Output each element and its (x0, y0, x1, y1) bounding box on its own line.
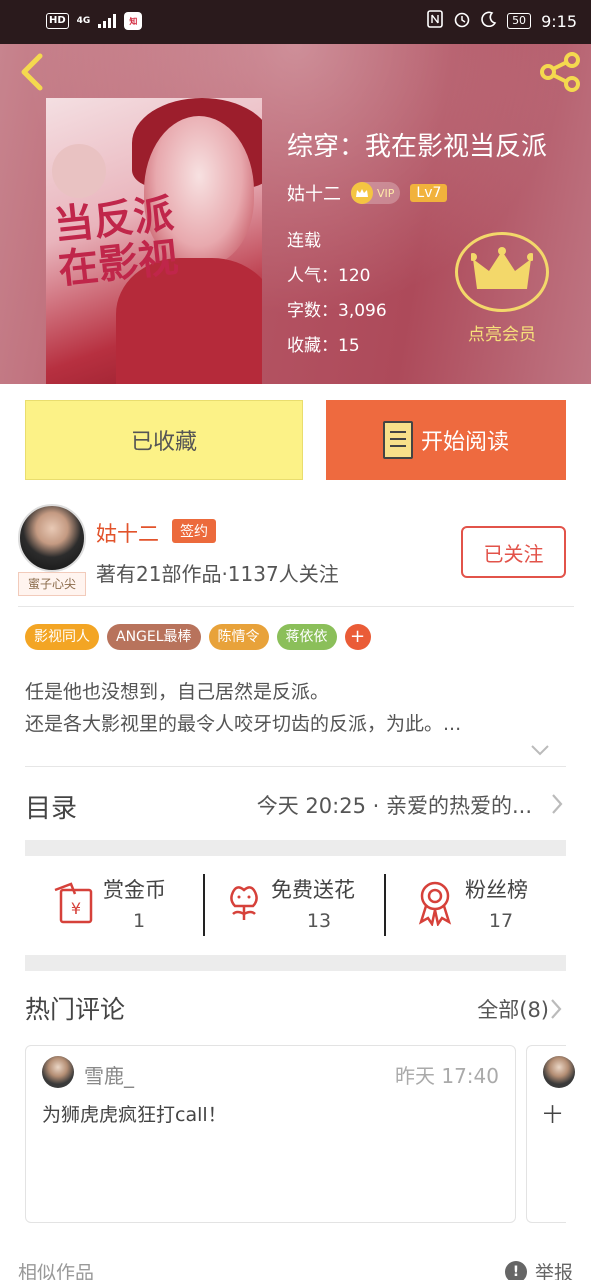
tag-item[interactable]: 影视同人 (25, 624, 99, 650)
tag-list: 影视同人 ANGEL最棒 陈情令 蒋依依 + (25, 624, 371, 650)
alarm-icon (453, 10, 471, 32)
back-arrow-icon (21, 53, 43, 91)
comment-text: 十 (543, 1104, 563, 1126)
alert-icon: ! (504, 1260, 527, 1280)
follow-button[interactable]: 已关注 (461, 526, 566, 578)
network-type: 4G (76, 15, 91, 26)
battery-icon: 50 (507, 13, 532, 29)
crown-icon (351, 182, 373, 204)
expand-synopsis-button[interactable] (530, 742, 550, 761)
member-button[interactable]: 点亮会员 (455, 232, 549, 345)
do-not-disturb-icon (481, 11, 497, 31)
gift-count: 13 (306, 910, 332, 932)
report-button[interactable]: ! 举报 (504, 1258, 573, 1280)
clock: 9:15 (541, 11, 577, 31)
section-separator (25, 840, 566, 856)
catalog-row[interactable]: 目录 今天 20:25 · 亲爱的热爱的... (25, 770, 566, 840)
signal-icon (98, 14, 117, 28)
book-stats: 连载 人气：120 字数：3,096 收藏：15 (287, 224, 387, 364)
similar-works-title: 相似作品 (18, 1262, 95, 1280)
medal-icon (418, 881, 452, 926)
chevron-right-icon (549, 997, 563, 1025)
favorited-button[interactable]: 已收藏 (25, 400, 303, 480)
share-button[interactable] (539, 50, 583, 94)
avatar-tag: 蜜子心尖 (18, 572, 86, 596)
chevron-right-icon (550, 792, 564, 820)
coin-reward-button[interactable]: ¥ 赏金币 1 (25, 866, 205, 942)
author-name[interactable]: 姑十二 (287, 180, 341, 206)
vip-badge: VIP (351, 182, 401, 204)
all-comments-link[interactable]: 全部(8) (477, 994, 549, 1024)
red-envelope-icon: ¥ (54, 882, 93, 924)
app-notification-icon: 知 (124, 12, 143, 30)
start-reading-button[interactable]: 开始阅读 (326, 400, 566, 480)
word-count: 字数：3,096 (287, 301, 387, 321)
crown-icon (471, 247, 533, 289)
gift-name: 免费送花 (271, 878, 355, 902)
nfc-icon (427, 10, 443, 32)
gift-count: 1 (132, 910, 146, 932)
support-row: ¥ 赏金币 1 免费送花 13 粉丝榜 17 (25, 866, 566, 942)
divider (25, 766, 566, 767)
tag-item[interactable]: ANGEL最棒 (107, 624, 201, 650)
signed-badge: 签约 (172, 519, 216, 543)
status-bar: HD 4G 知 50 9:15 (0, 0, 591, 44)
comment-time: 昨天 17:40 (395, 1064, 499, 1088)
commenter-avatar[interactable] (42, 1056, 74, 1088)
tag-item[interactable]: 蒋依依 (276, 624, 337, 650)
synopsis-line: 还是各大影视里的最令人咬牙切齿的反派，为此。... (25, 713, 462, 735)
hd-icon: HD (46, 13, 69, 29)
book-icon (382, 421, 413, 459)
synopsis-line: 任是他也没想到，自己居然是反派。 (25, 681, 330, 703)
fan-ranking-button[interactable]: 粉丝榜 17 (387, 866, 566, 942)
flower-icon (230, 886, 258, 920)
popularity: 人气：120 (287, 266, 371, 286)
commenter-avatar[interactable] (543, 1056, 575, 1088)
catalog-label: 目录 (25, 794, 78, 824)
book-title: 综穿：我在影视当反派 (287, 132, 548, 162)
level-badge: Lv7 (410, 184, 448, 202)
comment-card[interactable]: 雪鹿_ 昨天 17:40 为狮虎虎疯狂打call！ (25, 1045, 516, 1223)
report-label: 举报 (534, 1262, 573, 1280)
gift-count: 17 (488, 910, 514, 932)
chevron-down-icon (531, 745, 549, 756)
author-info: 著有21部作品·1137人关注 (96, 562, 339, 586)
author-section: 蜜子心尖 姑十二 签约 著有21部作品·1137人关注 已关注 (18, 504, 574, 604)
send-flower-button[interactable]: 免费送花 13 (205, 866, 385, 942)
share-icon (540, 52, 580, 92)
author-line: 姑十二 VIP Lv7 (287, 180, 448, 206)
serial-status: 连载 (287, 231, 321, 251)
divider (18, 606, 574, 607)
favorite-count: 收藏：15 (287, 336, 360, 356)
start-reading-label: 开始阅读 (420, 430, 509, 455)
svg-text:¥: ¥ (71, 899, 81, 918)
add-tag-button[interactable]: + (344, 624, 371, 650)
member-label: 点亮会员 (468, 325, 536, 345)
cover-title: 当反派 在影视 (51, 189, 181, 294)
section-separator (25, 955, 566, 971)
hot-comments-title: 热门评论 (25, 995, 126, 1024)
commenter-name: 雪鹿_ (84, 1064, 134, 1088)
divider (384, 874, 386, 936)
author-name[interactable]: 姑十二 (96, 518, 159, 548)
tag-item[interactable]: 陈情令 (208, 624, 269, 650)
author-avatar[interactable] (18, 504, 86, 572)
book-header: 当反派 在影视 综穿：我在影视当反派 姑十二 VIP Lv7 连载 人气：120… (0, 44, 591, 384)
back-button[interactable] (14, 52, 50, 92)
book-cover[interactable]: 当反派 在影视 (46, 98, 262, 384)
gift-name: 粉丝榜 (465, 878, 528, 902)
comment-card[interactable]: 十 (526, 1045, 575, 1223)
synopsis[interactable]: 任是他也没想到，自己居然是反派。 还是各大影视里的最令人咬牙切齿的反派，为此。.… (25, 676, 553, 740)
latest-chapter: 今天 20:25 · 亲爱的热爱的... (256, 794, 532, 818)
gift-name: 赏金币 (103, 878, 166, 902)
comment-text: 为狮虎虎疯狂打call！ (42, 1104, 227, 1126)
